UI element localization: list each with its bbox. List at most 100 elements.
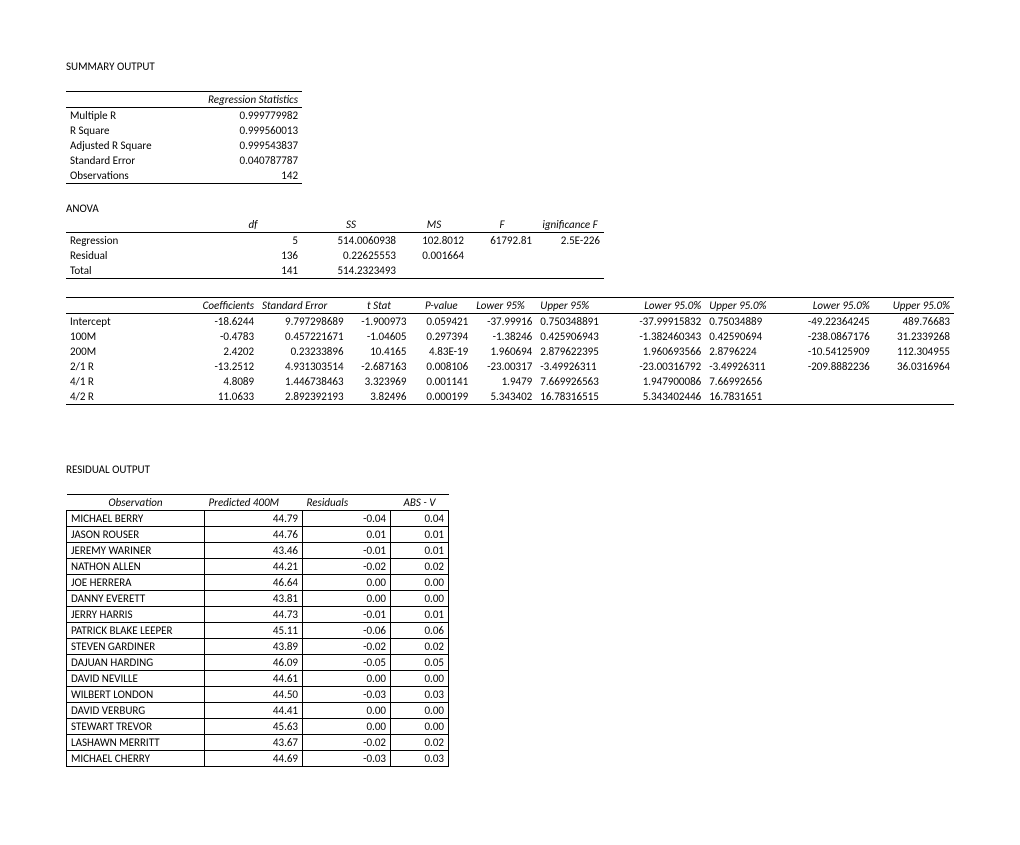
coef-cell: -18.6244 [173, 314, 258, 330]
res-cell: -0.02 [303, 559, 391, 575]
coef-cell: -1.04605 [348, 329, 411, 344]
coef-cell [785, 374, 873, 389]
anova-hdr-ss: SS [302, 217, 400, 233]
coef-hdr: Standard Error [258, 298, 348, 314]
res-cell: 44.73 [205, 607, 303, 623]
res-cell: JEREMY WARINER [67, 543, 205, 559]
coef-cell: -3.49926311 [705, 359, 785, 374]
coef-cell: 1.9479 [472, 374, 536, 389]
coef-cell: 1.446738463 [258, 374, 348, 389]
res-cell: 0.03 [391, 751, 449, 767]
res-cell: DAVID NEVILLE [67, 671, 205, 687]
res-cell: 43.89 [205, 639, 303, 655]
res-cell: 0.02 [391, 559, 449, 575]
res-hdr-absv: ABS - V [391, 495, 449, 511]
res-cell: JERRY HARRIS [67, 607, 205, 623]
res-cell: MICHAEL BERRY [67, 511, 205, 527]
res-cell: 44.50 [205, 687, 303, 703]
coef-cell: 9.797298689 [258, 314, 348, 330]
res-cell: 0.02 [391, 639, 449, 655]
anova-row-sigf [536, 263, 604, 279]
regstats-value: 0.040787787 [204, 153, 302, 168]
coef-cell: 2/1 R [66, 359, 173, 374]
regstats-label: Adjusted R Square [66, 138, 204, 153]
coef-cell: 4.931303514 [258, 359, 348, 374]
regstats-header: Regression Statistics [204, 92, 302, 108]
res-cell: -0.06 [303, 623, 391, 639]
res-cell: 44.69 [205, 751, 303, 767]
res-cell: 0.00 [303, 719, 391, 735]
anova-hdr-f: F [468, 217, 536, 233]
coef-cell: -37.99916 [472, 314, 536, 330]
res-cell: -0.02 [303, 639, 391, 655]
res-cell: 0.01 [303, 527, 391, 543]
anova-row-f [468, 248, 536, 263]
coef-cell: 0.75034889 [705, 314, 785, 330]
coef-cell: 112.304955 [874, 344, 954, 359]
anova-title: ANOVA [66, 202, 954, 215]
res-cell: -0.01 [303, 607, 391, 623]
anova-row-ms: 0.001664 [400, 248, 468, 263]
coef-cell: 3.82496 [348, 389, 411, 405]
coef-cell: 2.892392193 [258, 389, 348, 405]
res-cell: 0.00 [391, 719, 449, 735]
coef-cell: -3.49926311 [536, 359, 617, 374]
res-hdr-obs: Observation [67, 495, 205, 511]
res-cell: LASHAWN MERRITT [67, 735, 205, 751]
coef-cell [785, 389, 873, 405]
res-cell: -0.02 [303, 735, 391, 751]
res-cell: 45.63 [205, 719, 303, 735]
coef-cell: -1.382460343 [617, 329, 705, 344]
regstats-value: 0.999543837 [204, 138, 302, 153]
res-cell: -0.04 [303, 511, 391, 527]
anova-row-ss: 0.22625553 [302, 248, 400, 263]
res-cell: DANNY EVERETT [67, 591, 205, 607]
anova-row-label: Residual [66, 248, 204, 263]
coef-cell: 31.2339268 [874, 329, 954, 344]
anova-row-ss: 514.0060938 [302, 233, 400, 249]
res-cell: STEVEN GARDINER [67, 639, 205, 655]
res-cell: 0.06 [391, 623, 449, 639]
coef-cell: 2.8796224 [705, 344, 785, 359]
coef-cell [874, 374, 954, 389]
coef-cell: 10.4165 [348, 344, 411, 359]
coef-hdr: Lower 95% [472, 298, 536, 314]
coef-cell: 7.669926563 [536, 374, 617, 389]
anova-row-df: 5 [204, 233, 302, 249]
coef-cell: 0.008106 [410, 359, 472, 374]
coef-cell: 0.000199 [410, 389, 472, 405]
res-cell: DAJUAN HARDING [67, 655, 205, 671]
coef-cell: 2.4202 [173, 344, 258, 359]
res-cell: 0.00 [391, 671, 449, 687]
coef-cell: 0.750348891 [536, 314, 617, 330]
summary-output-title: SUMMARY OUTPUT [66, 60, 954, 73]
coef-cell: 0.23233896 [258, 344, 348, 359]
res-cell: -0.05 [303, 655, 391, 671]
res-cell: 0.04 [391, 511, 449, 527]
res-cell: 0.05 [391, 655, 449, 671]
regstats-value: 142 [204, 168, 302, 184]
res-cell: 43.81 [205, 591, 303, 607]
coef-cell: -1.38246 [472, 329, 536, 344]
res-cell: PATRICK BLAKE LEEPER [67, 623, 205, 639]
res-cell: 44.79 [205, 511, 303, 527]
coef-cell: -0.4783 [173, 329, 258, 344]
coef-cell: 16.78316515 [536, 389, 617, 405]
res-hdr-res: Residuals [303, 495, 391, 511]
coef-cell: -238.0867176 [785, 329, 873, 344]
res-cell: 44.76 [205, 527, 303, 543]
coef-hdr: P-value [410, 298, 472, 314]
regression-statistics-table: Regression Statistics Multiple R0.999779… [66, 91, 302, 184]
coef-hdr: t Stat [348, 298, 411, 314]
regstats-label: Multiple R [66, 108, 204, 124]
coef-cell: 4.8089 [173, 374, 258, 389]
anova-row-sigf [536, 248, 604, 263]
coefficients-table: Coefficients Standard Error t Stat P-val… [66, 297, 954, 405]
regstats-value: 0.999560013 [204, 123, 302, 138]
coef-cell: 489.76683 [874, 314, 954, 330]
coef-cell: 4.83E-19 [410, 344, 472, 359]
anova-row-df: 136 [204, 248, 302, 263]
coef-cell: -1.900973 [348, 314, 411, 330]
coef-cell: Intercept [66, 314, 173, 330]
res-cell: 43.67 [205, 735, 303, 751]
